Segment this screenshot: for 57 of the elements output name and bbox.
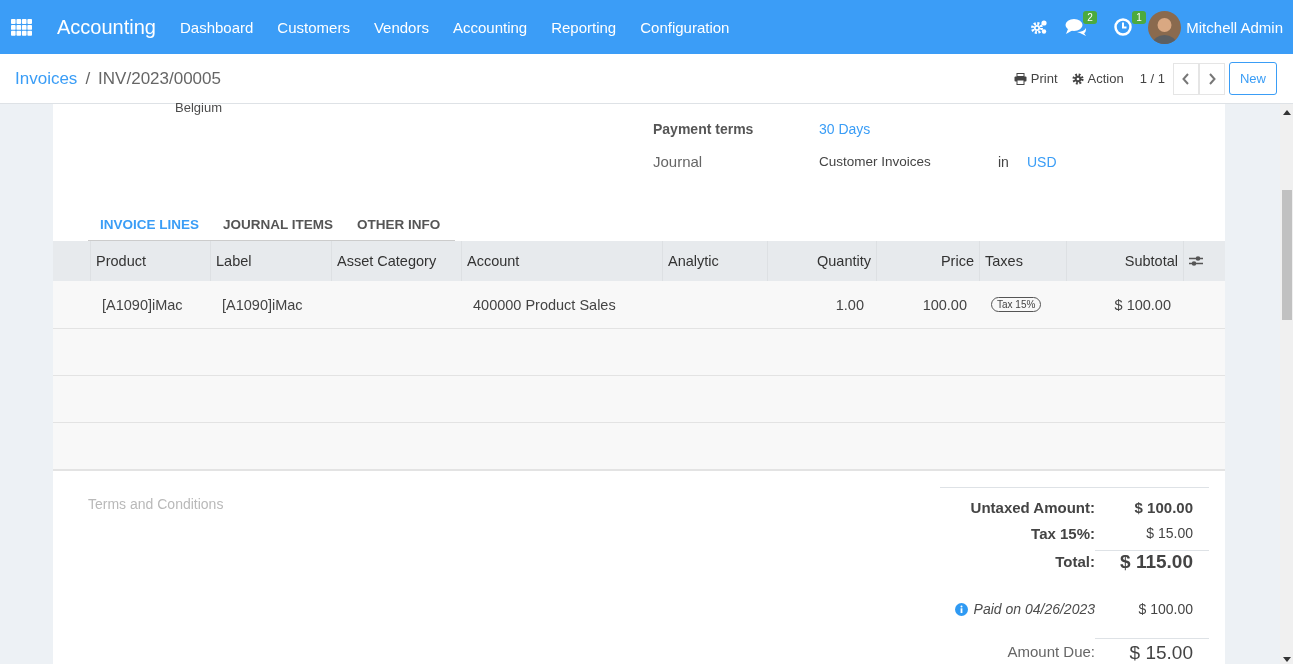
column-header[interactable]: Product xyxy=(96,253,146,269)
column-header[interactable]: Asset Category xyxy=(337,253,437,269)
next-button[interactable] xyxy=(1199,62,1225,95)
table-cell: 400000 Product Sales xyxy=(473,296,616,313)
total-label: Amount Due: xyxy=(1007,642,1095,660)
total-value: $ 15.00 xyxy=(1145,525,1194,541)
total-label: Tax 15%: xyxy=(1031,524,1095,542)
column-header[interactable]: Quantity xyxy=(817,253,871,269)
total-label: Untaxed Amount: xyxy=(970,498,1095,516)
chevron-left-icon xyxy=(1182,72,1190,85)
chevron-right-icon xyxy=(1208,72,1216,85)
scrollbar[interactable] xyxy=(1280,104,1293,664)
total-value: $ 100.00 xyxy=(1137,601,1194,617)
column-header[interactable]: Account xyxy=(467,253,520,269)
field-connector: in xyxy=(998,153,1010,170)
scrollbar-thumb[interactable] xyxy=(1281,190,1292,320)
table-cell: [A1090]iMac xyxy=(222,296,303,313)
tab[interactable]: JOURNAL ITEMS xyxy=(211,212,346,240)
breadcrumb-current: INV/2023/00005 xyxy=(98,68,221,89)
column-header[interactable]: Price xyxy=(940,253,974,269)
table-cell: $ 100.00 xyxy=(1114,296,1171,313)
table-cell: [A1090]iMac xyxy=(102,296,183,313)
chat-icon[interactable] xyxy=(1065,18,1088,36)
column-header[interactable]: Taxes xyxy=(985,253,1023,269)
total-value: $ 115.00 xyxy=(1095,549,1209,573)
apps-menu-icon[interactable] xyxy=(11,18,32,36)
printer-icon xyxy=(1013,72,1027,85)
tab[interactable]: OTHER INFO xyxy=(345,212,453,240)
field-label: Journal xyxy=(653,153,704,170)
total-label: Paid on 04/26/2023 xyxy=(973,601,1095,617)
column-header[interactable]: Analytic xyxy=(668,253,719,269)
column-header[interactable]: Subtotal xyxy=(1124,253,1178,269)
table-cell: 100.00 xyxy=(922,296,967,313)
print-button[interactable]: Print xyxy=(1013,71,1058,86)
pager-value: 1 / 1 xyxy=(1139,71,1165,86)
table-cell: 1.00 xyxy=(835,296,864,313)
field-label: Payment terms xyxy=(653,121,755,137)
gears-icon[interactable] xyxy=(1030,19,1049,35)
field-value: Customer Invoices xyxy=(819,154,932,169)
app-name: Accounting xyxy=(57,15,156,39)
clock-icon[interactable] xyxy=(1114,18,1133,36)
optional-columns-icon[interactable] xyxy=(1189,255,1203,267)
total-value: $ 100.00 xyxy=(1133,498,1194,516)
count-badge: 2 xyxy=(1083,11,1097,24)
total-label: Total: xyxy=(1055,552,1095,570)
count-badge: 1 xyxy=(1132,11,1146,24)
scroll-up-icon[interactable] xyxy=(1282,110,1291,115)
scroll-down-icon[interactable] xyxy=(1282,657,1291,662)
breadcrumb-separator: / xyxy=(85,68,91,89)
address-text: Belgium xyxy=(175,100,222,115)
column-header[interactable]: Label xyxy=(216,253,252,269)
total-value: $ 15.00 xyxy=(1095,638,1209,664)
avatar-icon[interactable] xyxy=(1148,10,1182,44)
previous-button[interactable] xyxy=(1173,62,1199,95)
gear-icon xyxy=(1071,72,1084,85)
info-icon[interactable] xyxy=(954,602,968,616)
action-button[interactable]: Action xyxy=(1071,71,1124,86)
